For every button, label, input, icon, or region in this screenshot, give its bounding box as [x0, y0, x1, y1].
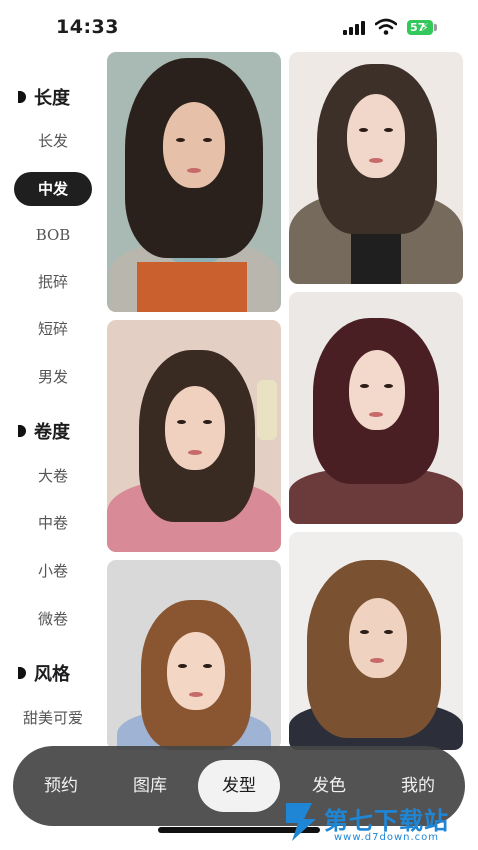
sidebar-item-long-hair[interactable]: 长发: [14, 124, 92, 158]
category-length-label: 长度: [34, 88, 70, 109]
category-curl[interactable]: 卷度: [18, 416, 70, 446]
status-bar: 14:33 57 ⚡: [0, 0, 478, 52]
tab-booking[interactable]: 预约: [20, 760, 102, 812]
watermark-title: 第七下载站: [324, 807, 449, 835]
wifi-icon: [375, 18, 397, 35]
sidebar-item-big-curl[interactable]: 大卷: [14, 459, 92, 493]
battery-level: 57: [407, 20, 433, 35]
sidebar-item-mens-hair[interactable]: 男发: [14, 360, 92, 394]
sidebar-item-min-sui[interactable]: 抿碎: [14, 265, 92, 299]
watermark-url: www.d7down.com: [334, 832, 440, 843]
hairstyle-photo[interactable]: [289, 292, 463, 524]
sidebar-item-short-choppy[interactable]: 短碎: [14, 312, 92, 346]
hairstyle-photo[interactable]: [107, 320, 281, 552]
half-circle-icon: [18, 91, 26, 103]
hairstyle-photo[interactable]: [289, 52, 463, 284]
sidebar-item-bob[interactable]: BOB: [14, 218, 92, 252]
sidebar-item-sweet-cute[interactable]: 甜美可爱: [14, 701, 92, 735]
cellular-signal-icon: [343, 21, 367, 35]
sidebar-item-medium-hair[interactable]: 中发: [14, 172, 92, 206]
half-circle-icon: [18, 667, 26, 679]
hairstyle-photo[interactable]: [107, 560, 281, 750]
battery-cap: [434, 24, 437, 31]
category-curl-label: 卷度: [34, 422, 70, 443]
site-logo-icon: [286, 803, 316, 841]
category-length[interactable]: 长度: [18, 82, 70, 112]
tab-gallery[interactable]: 图库: [109, 760, 191, 812]
sidebar-item-slight-curl[interactable]: 微卷: [14, 602, 92, 636]
category-style[interactable]: 风格: [18, 658, 70, 688]
half-circle-icon: [18, 425, 26, 437]
watermark: 第七下载站 www.d7down.com: [282, 797, 478, 850]
category-style-label: 风格: [34, 664, 70, 685]
hairstyle-photo[interactable]: [107, 52, 281, 312]
tab-hairstyle[interactable]: 发型: [198, 760, 280, 812]
sidebar-item-medium-curl[interactable]: 中卷: [14, 506, 92, 540]
status-time: 14:33: [56, 16, 119, 38]
charging-bolt-icon: ⚡: [421, 21, 429, 34]
hairstyle-photo[interactable]: [289, 532, 463, 750]
sidebar-item-small-curl[interactable]: 小卷: [14, 554, 92, 588]
